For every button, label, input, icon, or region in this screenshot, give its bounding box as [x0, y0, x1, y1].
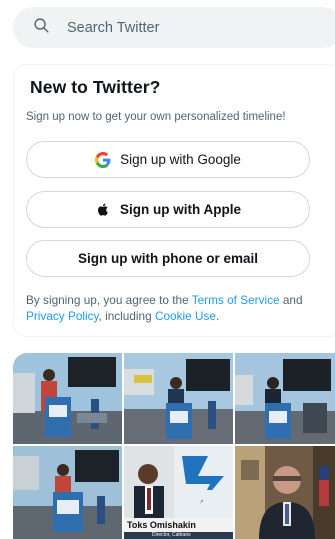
search-bar[interactable]: [13, 7, 335, 48]
terms-text: By signing up, you agree to the Terms of…: [26, 292, 326, 324]
cookie-use-link[interactable]: Cookie Use: [155, 309, 216, 323]
terms-of-service-link[interactable]: Terms of Service: [192, 293, 280, 307]
signup-apple-button[interactable]: Sign up with Apple: [26, 191, 310, 228]
video-caption-title: Director, Caltrans: [124, 532, 233, 539]
google-logo-icon: [95, 151, 111, 168]
card-title: New to Twitter?: [30, 77, 161, 97]
media-photo-podium-4[interactable]: [13, 446, 122, 539]
privacy-policy-link[interactable]: Privacy Policy: [26, 309, 99, 323]
terms-prefix: By signing up, you agree to the: [26, 293, 192, 307]
signup-phone-email-label: Sign up with phone or email: [77, 251, 258, 266]
signup-apple-label: Sign up with Apple: [120, 202, 241, 217]
signup-phone-email-button[interactable]: Sign up with phone or email: [26, 240, 310, 277]
media-photo-podium-3[interactable]: [235, 353, 335, 444]
media-photo-speaker[interactable]: [235, 446, 335, 539]
media-grid: Toks Omishakin Director, Caltrans: [13, 353, 335, 539]
search-icon: [33, 17, 50, 39]
search-input[interactable]: [67, 19, 287, 36]
signup-card: New to Twitter? Sign up now to get your …: [13, 64, 335, 337]
signup-google-button[interactable]: Sign up with Google: [26, 141, 310, 178]
video-caption-name: Toks Omishakin: [124, 518, 233, 532]
media-photo-podium-1[interactable]: [13, 353, 122, 444]
card-subtitle: Sign up now to get your own personalized…: [26, 111, 286, 123]
terms-suffix: .: [215, 309, 220, 323]
signup-google-label: Sign up with Google: [120, 152, 241, 167]
terms-middle: , including: [98, 309, 155, 323]
apple-logo-icon: [95, 202, 111, 218]
terms-and: and: [279, 293, 303, 307]
media-photo-podium-2[interactable]: [124, 353, 233, 444]
media-video-still-caltrans[interactable]: Toks Omishakin Director, Caltrans: [124, 446, 233, 539]
